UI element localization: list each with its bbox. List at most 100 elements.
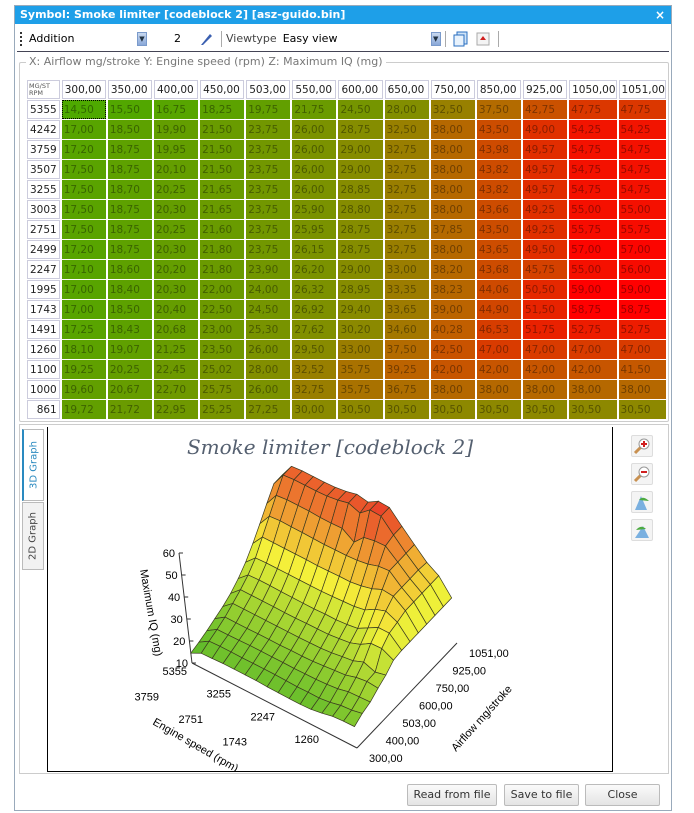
map-cell[interactable]: 27,25 (246, 400, 291, 419)
map-cell[interactable]: 30,00 (292, 400, 337, 419)
map-cell[interactable]: 25,75 (200, 380, 245, 399)
map-cell[interactable]: 18,70 (107, 180, 152, 199)
close-icon[interactable]: × (655, 6, 665, 24)
map-cell[interactable]: 54,75 (618, 140, 666, 159)
map-cell[interactable]: 49,25 (522, 200, 568, 219)
row-header[interactable]: 1491 (27, 320, 60, 339)
zoom-in-button[interactable] (631, 435, 653, 457)
map-cell[interactable]: 55,00 (569, 260, 617, 279)
map-cell[interactable]: 32,75 (292, 380, 337, 399)
map-cell[interactable]: 21,80 (200, 240, 245, 259)
map-cell[interactable]: 43,82 (476, 160, 521, 179)
map-cell[interactable]: 54,75 (569, 160, 617, 179)
map-cell[interactable]: 50,50 (522, 280, 568, 299)
map-cell[interactable]: 21,50 (200, 160, 245, 179)
map-cell[interactable]: 43,65 (476, 240, 521, 259)
map-cell[interactable]: 49,50 (522, 240, 568, 259)
map-cell[interactable]: 20,30 (153, 280, 199, 299)
map-cell[interactable]: 37,50 (384, 340, 429, 359)
map-cell[interactable]: 44,06 (476, 280, 521, 299)
map-cell[interactable]: 18,40 (107, 280, 152, 299)
map-cell[interactable]: 47,00 (522, 340, 568, 359)
copy-window-icon[interactable] (453, 31, 469, 47)
map-cell[interactable]: 52,75 (569, 320, 617, 339)
row-header[interactable]: 1100 (27, 360, 60, 379)
map-cell[interactable]: 42,00 (476, 360, 521, 379)
map-cell[interactable]: 20,25 (107, 360, 152, 379)
map-cell[interactable]: 19,25 (61, 360, 106, 379)
map-cell[interactable]: 18,75 (107, 200, 152, 219)
map-cell[interactable]: 42,00 (522, 360, 568, 379)
map-cell[interactable]: 18,25 (200, 100, 245, 119)
map-cell[interactable]: 14,50 (61, 100, 106, 119)
map-cell[interactable]: 57,00 (569, 240, 617, 259)
row-header[interactable]: 3759 (27, 140, 60, 159)
map-cell[interactable]: 24,50 (338, 100, 383, 119)
column-header[interactable]: 400,00 (153, 80, 199, 99)
map-cell[interactable]: 18,10 (61, 340, 106, 359)
map-cell[interactable]: 55,75 (569, 220, 617, 239)
row-header[interactable]: 2499 (27, 240, 60, 259)
map-cell[interactable]: 21,65 (200, 180, 245, 199)
map-cell[interactable]: 32,50 (384, 120, 429, 139)
map-cell[interactable]: 29,00 (338, 160, 383, 179)
map-cell[interactable]: 18,50 (107, 300, 152, 319)
map-cell[interactable]: 43,68 (476, 260, 521, 279)
map-cell[interactable]: 32,75 (384, 240, 429, 259)
row-header[interactable]: 861 (27, 400, 60, 419)
row-header[interactable]: 1260 (27, 340, 60, 359)
column-header[interactable]: 350,00 (107, 80, 152, 99)
map-cell[interactable]: 17,50 (61, 160, 106, 179)
map-cell[interactable]: 29,00 (338, 260, 383, 279)
map-cell[interactable]: 17,00 (61, 120, 106, 139)
map-cell[interactable]: 17,50 (61, 200, 106, 219)
map-cell[interactable]: 59,00 (618, 280, 666, 299)
map-cell[interactable]: 18,50 (107, 120, 152, 139)
map-cell[interactable]: 17,00 (61, 280, 106, 299)
map-cell[interactable]: 45,75 (522, 260, 568, 279)
map-cell[interactable]: 15,50 (107, 100, 152, 119)
map-cell[interactable]: 26,20 (292, 260, 337, 279)
map-cell[interactable]: 21,25 (153, 340, 199, 359)
map-cell[interactable]: 43,98 (476, 140, 521, 159)
map-cell[interactable]: 39,00 (430, 300, 475, 319)
map-cell[interactable]: 52,75 (618, 320, 666, 339)
map-cell[interactable]: 38,00 (430, 200, 475, 219)
column-header[interactable]: 1051,00 (618, 80, 666, 99)
map-cell[interactable]: 38,00 (476, 380, 521, 399)
save-to-file-button[interactable]: Save to file (504, 784, 579, 806)
map-cell[interactable]: 34,60 (384, 320, 429, 339)
map-cell[interactable]: 58,75 (569, 300, 617, 319)
map-cell[interactable]: 32,52 (292, 360, 337, 379)
map-cell[interactable]: 57,00 (618, 240, 666, 259)
map-cell[interactable]: 18,75 (107, 240, 152, 259)
map-cell[interactable]: 28,85 (338, 180, 383, 199)
map-cell[interactable]: 38,00 (430, 240, 475, 259)
map-cell[interactable]: 47,75 (618, 100, 666, 119)
map-cell[interactable]: 32,50 (430, 100, 475, 119)
map-cell[interactable]: 23,75 (246, 180, 291, 199)
map-cell[interactable]: 29,40 (338, 300, 383, 319)
value-input[interactable]: 2 (155, 32, 195, 45)
map-cell[interactable]: 23,75 (246, 140, 291, 159)
map-cell[interactable]: 29,50 (292, 340, 337, 359)
map-cell[interactable]: 47,00 (569, 340, 617, 359)
map-cell[interactable]: 26,00 (292, 180, 337, 199)
map-cell[interactable]: 56,00 (618, 260, 666, 279)
row-header[interactable]: 2247 (27, 260, 60, 279)
column-header[interactable]: 503,00 (246, 80, 291, 99)
map-cell[interactable]: 17,50 (61, 180, 106, 199)
map-cell[interactable]: 23,00 (200, 320, 245, 339)
map-cell[interactable]: 19,60 (61, 380, 106, 399)
map-cell[interactable]: 47,75 (569, 100, 617, 119)
map-cell[interactable]: 21,50 (200, 120, 245, 139)
map-cell[interactable]: 23,75 (246, 120, 291, 139)
map-cell[interactable]: 20,30 (153, 200, 199, 219)
map-cell[interactable]: 42,75 (522, 100, 568, 119)
map-cell[interactable]: 39,25 (384, 360, 429, 379)
map-cell[interactable]: 18,75 (107, 140, 152, 159)
map-cell[interactable]: 28,00 (246, 360, 291, 379)
map-cell[interactable]: 21,72 (107, 400, 152, 419)
map-cell[interactable]: 19,72 (61, 400, 106, 419)
map-cell[interactable]: 41,50 (618, 360, 666, 379)
